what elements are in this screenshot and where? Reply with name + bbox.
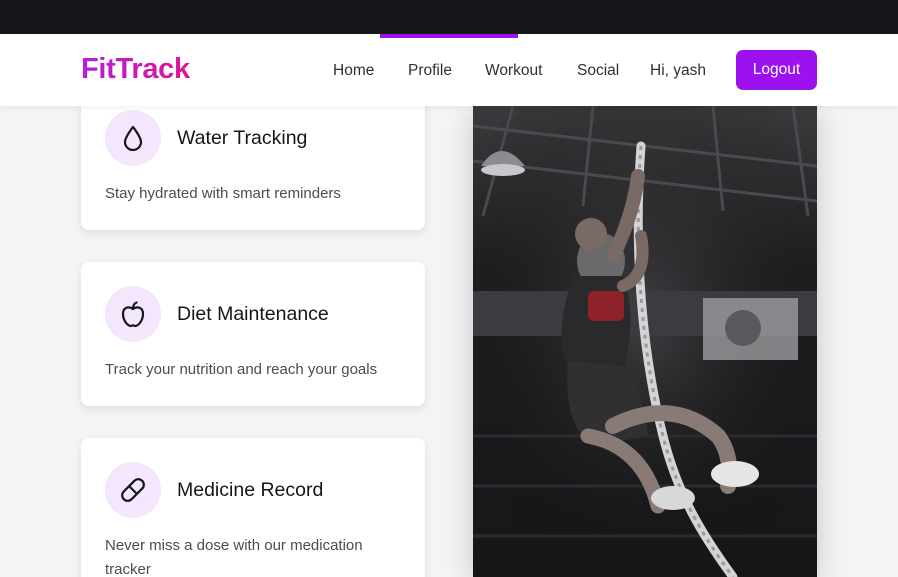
icon-badge: [105, 110, 161, 166]
rope-climber-photo: [473, 106, 817, 577]
browser-top-bar: [0, 0, 898, 34]
nav-link-home[interactable]: Home: [333, 62, 374, 80]
feature-description: Stay hydrated with smart reminders: [105, 185, 341, 202]
brand-logo[interactable]: FitTrack: [81, 53, 190, 86]
feature-title: Water Tracking: [177, 127, 308, 149]
navbar: FitTrack Home Profile Workout Social Hi,…: [0, 34, 898, 106]
feature-description: Never miss a dose with our medication tr…: [105, 537, 363, 577]
feature-card-medicine[interactable]: Medicine Record Never miss a dose with o…: [81, 438, 425, 577]
icon-badge: [105, 286, 161, 342]
logout-button[interactable]: Logout: [736, 50, 817, 90]
user-greeting: Hi, yash: [650, 62, 706, 79]
feature-card-diet[interactable]: Diet Maintenance Track your nutrition an…: [81, 262, 425, 406]
feature-title: Diet Maintenance: [177, 303, 329, 325]
nav-link-profile[interactable]: Profile: [408, 62, 452, 80]
feature-title: Medicine Record: [177, 479, 324, 501]
nav-link-social[interactable]: Social: [577, 62, 619, 80]
hero-image: [473, 106, 817, 577]
feature-description: Track your nutrition and reach your goal…: [105, 361, 378, 378]
active-nav-indicator: [380, 34, 518, 38]
nav-link-workout[interactable]: Workout: [485, 62, 542, 80]
droplet-icon: [123, 125, 143, 152]
pill-icon: [121, 478, 145, 502]
apple-icon: [121, 301, 145, 328]
icon-badge: [105, 462, 161, 518]
